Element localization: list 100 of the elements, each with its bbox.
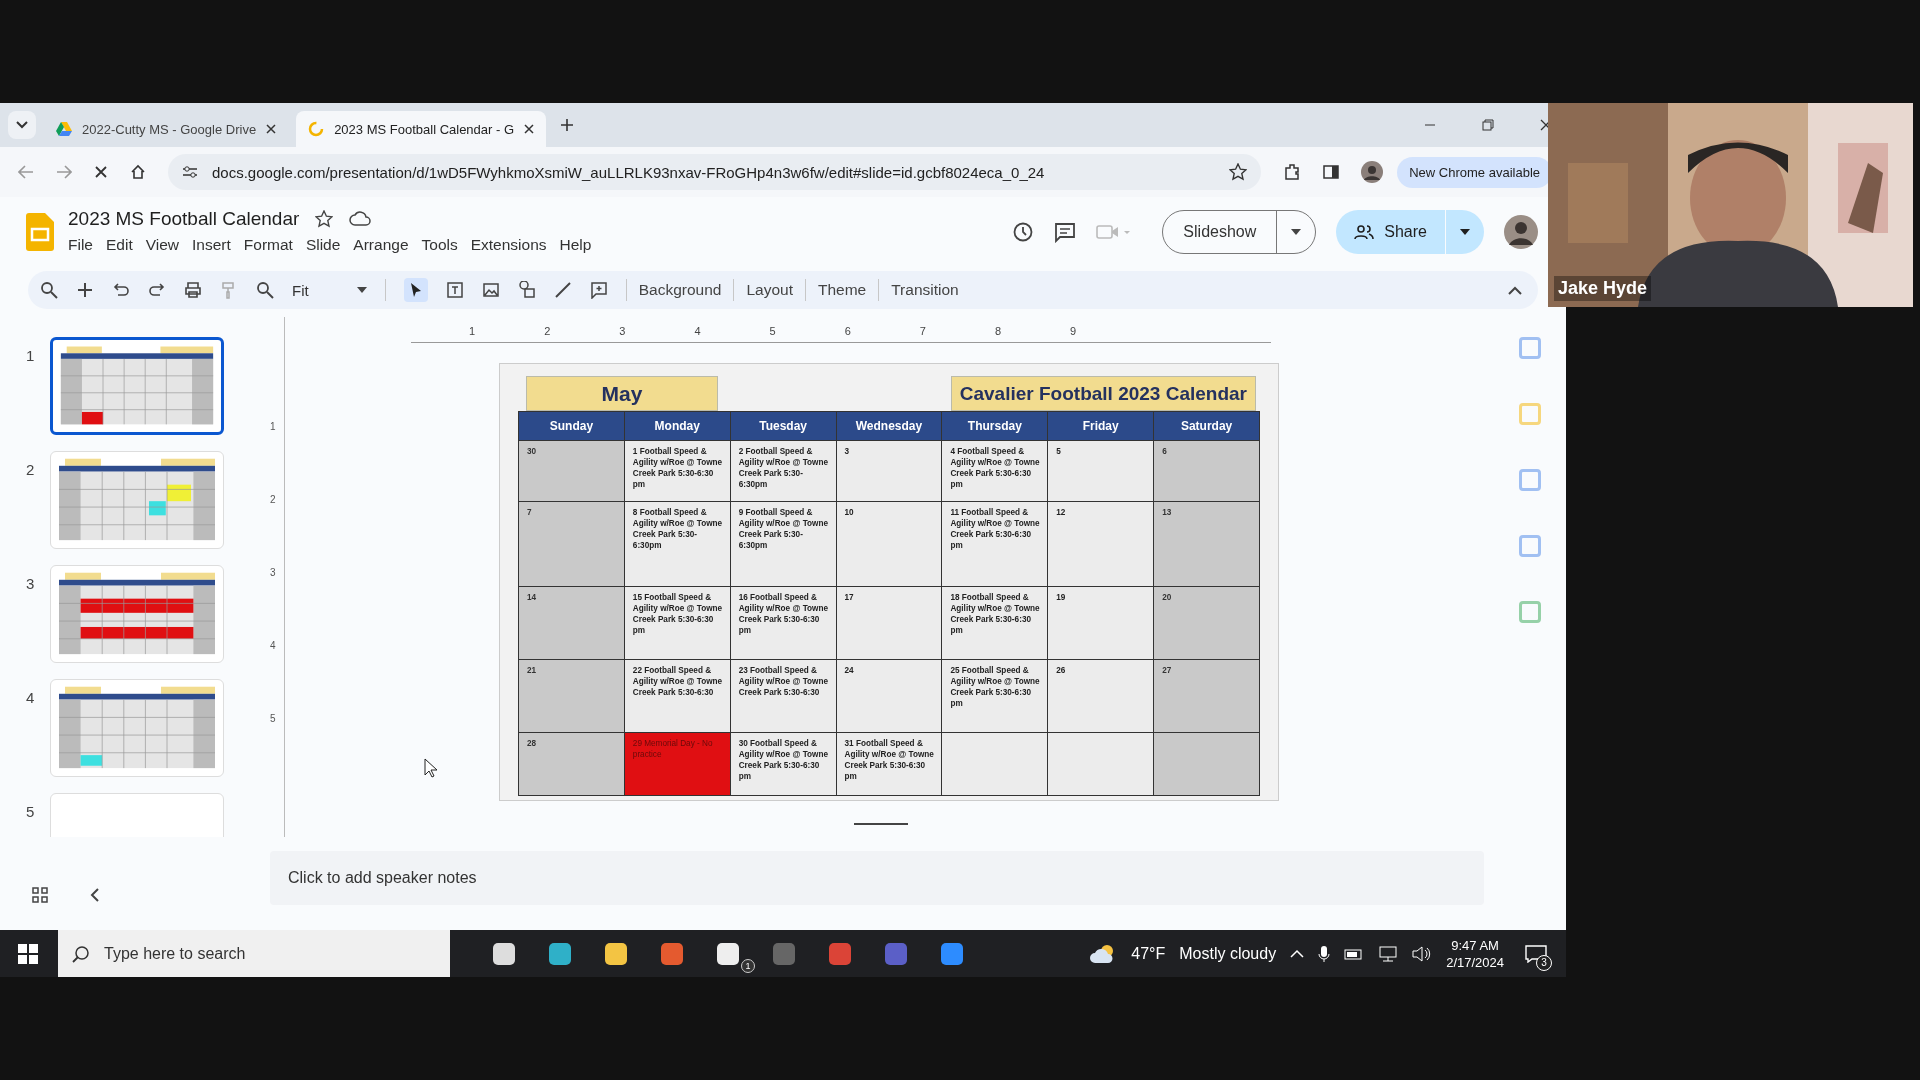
menu-item[interactable]: File xyxy=(62,234,99,256)
microphone-icon[interactable] xyxy=(1318,944,1331,963)
ruler-number: 4 xyxy=(270,640,277,651)
shape-icon[interactable] xyxy=(517,281,536,299)
stop-icon[interactable] xyxy=(94,165,108,179)
image-icon[interactable] xyxy=(481,281,500,299)
extensions-icon[interactable] xyxy=(1283,163,1302,181)
slide[interactable] xyxy=(499,363,1279,801)
speaker-notes-field[interactable]: Click to add speaker notes xyxy=(270,851,1484,905)
menu-item[interactable]: Help xyxy=(553,234,598,256)
tab-list-button[interactable] xyxy=(8,111,36,139)
participant-name: Jake Hyde xyxy=(1554,276,1652,301)
zoom-select[interactable]: Fit xyxy=(292,281,367,299)
comment-icon[interactable] xyxy=(1054,221,1077,243)
side-panel-icon[interactable] xyxy=(1323,164,1340,180)
windows-start-icon[interactable] xyxy=(18,943,38,964)
resize-handle[interactable] xyxy=(854,823,908,825)
calendar-cell: 4 Football Speed & Agility w/Roe @ Towne Creek Park 5:30-6:30 pm xyxy=(942,441,1048,501)
ruler-number: 3 xyxy=(619,325,626,339)
new-tab-icon[interactable] xyxy=(560,118,575,132)
menu-item[interactable]: View xyxy=(139,234,186,256)
battery-icon[interactable] xyxy=(1344,946,1365,961)
notification-count: 3 xyxy=(1536,954,1552,971)
people-icon xyxy=(1354,224,1375,240)
slide-thumbnail[interactable] xyxy=(50,337,224,435)
menu-item[interactable]: Arrange xyxy=(347,234,415,256)
menu-item[interactable]: Slide xyxy=(299,234,347,256)
mail-badge: 1 xyxy=(741,959,755,973)
toolbar-button[interactable]: Theme xyxy=(817,281,867,299)
ruler-number: 1 xyxy=(270,421,277,432)
text-box-icon[interactable] xyxy=(445,281,464,299)
document-title[interactable]: 2023 MS Football Calendar xyxy=(68,208,300,230)
calendar-cell: 9 Football Speed & Agility w/Roe @ Towne Creek Park 5:30-6:30pm xyxy=(730,502,836,586)
calendar-cell: 31 Football Speed & Agility w/Roe @ Towne Creek Park 5:30-6:30 pm xyxy=(836,733,942,795)
ruler-number: 4 xyxy=(694,325,701,339)
toolbar-button[interactable]: Background xyxy=(638,281,722,299)
zoom-icon[interactable] xyxy=(256,281,274,299)
star-icon[interactable] xyxy=(1229,163,1248,181)
toolbar-button[interactable]: Transition xyxy=(891,281,959,299)
calendar-cell: 11 Football Speed & Agility w/Roe @ Towne Creek Park 5:30-6:30 pm xyxy=(942,502,1048,586)
comment-add-icon[interactable] xyxy=(589,281,608,299)
undo-icon[interactable] xyxy=(112,281,130,299)
drive-icon xyxy=(56,122,72,136)
mouse-cursor-icon xyxy=(424,758,438,778)
forward-icon[interactable] xyxy=(56,165,72,179)
menu-item[interactable]: Edit xyxy=(100,234,139,256)
grid-view-icon[interactable] xyxy=(32,887,48,903)
calendar-cell: 15 Football Speed & Agility w/Roe @ Towne Creek Park 5:30-6:30 pm xyxy=(624,587,730,659)
cloud-icon[interactable] xyxy=(349,211,372,227)
restore-icon[interactable] xyxy=(1482,119,1494,131)
address-bar[interactable]: docs.google.com/presentation/d/1wD5FWyhkmoXsmiW_auLLRLK93nxav-FRoGHp4n3w6fw/edit#slide=id.gcbf8024eca_0_24 xyxy=(168,154,1262,190)
redo-icon[interactable] xyxy=(148,281,166,299)
profile-avatar[interactable] xyxy=(1361,161,1384,183)
calendar-cell: 22 Football Speed & Agility w/Roe @ Towne Creek Park 5:30-6:30 xyxy=(624,660,730,732)
site-settings-icon[interactable] xyxy=(182,165,198,179)
speaker-icon[interactable] xyxy=(1412,945,1433,962)
home-icon[interactable] xyxy=(130,164,146,180)
calendar-cell: 30 xyxy=(519,441,624,501)
history-icon[interactable] xyxy=(1012,221,1035,243)
search-icon[interactable] xyxy=(40,281,58,299)
star-icon[interactable] xyxy=(315,210,334,228)
calendar-cell: 20 xyxy=(1154,587,1259,659)
menu-item[interactable]: Format xyxy=(237,234,299,256)
calendar-cell: 6 xyxy=(1154,441,1259,501)
collapse-icon[interactable] xyxy=(1508,285,1522,295)
print-icon[interactable] xyxy=(184,281,202,299)
calendar-cell: 29 Memorial Day - No practice xyxy=(624,733,730,795)
share-button[interactable]: Share xyxy=(1336,210,1484,254)
ruler-number: 8 xyxy=(994,325,1001,339)
browser-tab[interactable]: 2023 MS Football Calendar - G xyxy=(296,111,547,147)
network-icon[interactable] xyxy=(1378,945,1399,962)
taskbar-search-field[interactable]: Type here to search xyxy=(58,930,450,977)
menu-item[interactable]: Tools xyxy=(415,234,464,256)
back-icon[interactable] xyxy=(18,165,34,179)
toolbar-button[interactable]: Layout xyxy=(746,281,793,299)
collapse-panel-icon[interactable] xyxy=(90,888,100,902)
close-icon[interactable] xyxy=(266,124,277,134)
day-header: Tuesday xyxy=(730,412,836,440)
day-header: Monday xyxy=(624,412,730,440)
menu-item[interactable]: Insert xyxy=(186,234,237,256)
account-avatar[interactable] xyxy=(1504,215,1538,249)
cursor-icon[interactable] xyxy=(403,278,428,302)
calendar-cell: 16 Football Speed & Agility w/Roe @ Towne Creek Park 5:30-6:30 pm xyxy=(730,587,836,659)
ruler-number: 1 xyxy=(469,325,476,339)
caret-icon xyxy=(1291,229,1302,235)
chevron-up-icon[interactable] xyxy=(1290,949,1305,958)
line-icon[interactable] xyxy=(553,281,572,299)
browser-tab[interactable]: 2022-Cutty MS - Google Drive xyxy=(44,111,289,147)
loading-icon xyxy=(308,121,325,137)
slide-number: 1 xyxy=(26,346,36,366)
calendar-cell: 3 xyxy=(836,441,942,501)
notifications-button[interactable]: 3 xyxy=(1518,933,1554,974)
caret-icon xyxy=(356,287,367,293)
plus-icon[interactable] xyxy=(76,281,94,299)
calendar-title: Cavalier Football 2023 Calendar xyxy=(950,376,1256,411)
calendar-cell: 13 xyxy=(1154,502,1259,586)
calendar-cell: 17 xyxy=(836,587,942,659)
clock-date: 2/17/2024 xyxy=(1446,953,1504,971)
menu-item[interactable]: Extensions xyxy=(464,234,553,256)
close-icon[interactable] xyxy=(524,124,535,134)
